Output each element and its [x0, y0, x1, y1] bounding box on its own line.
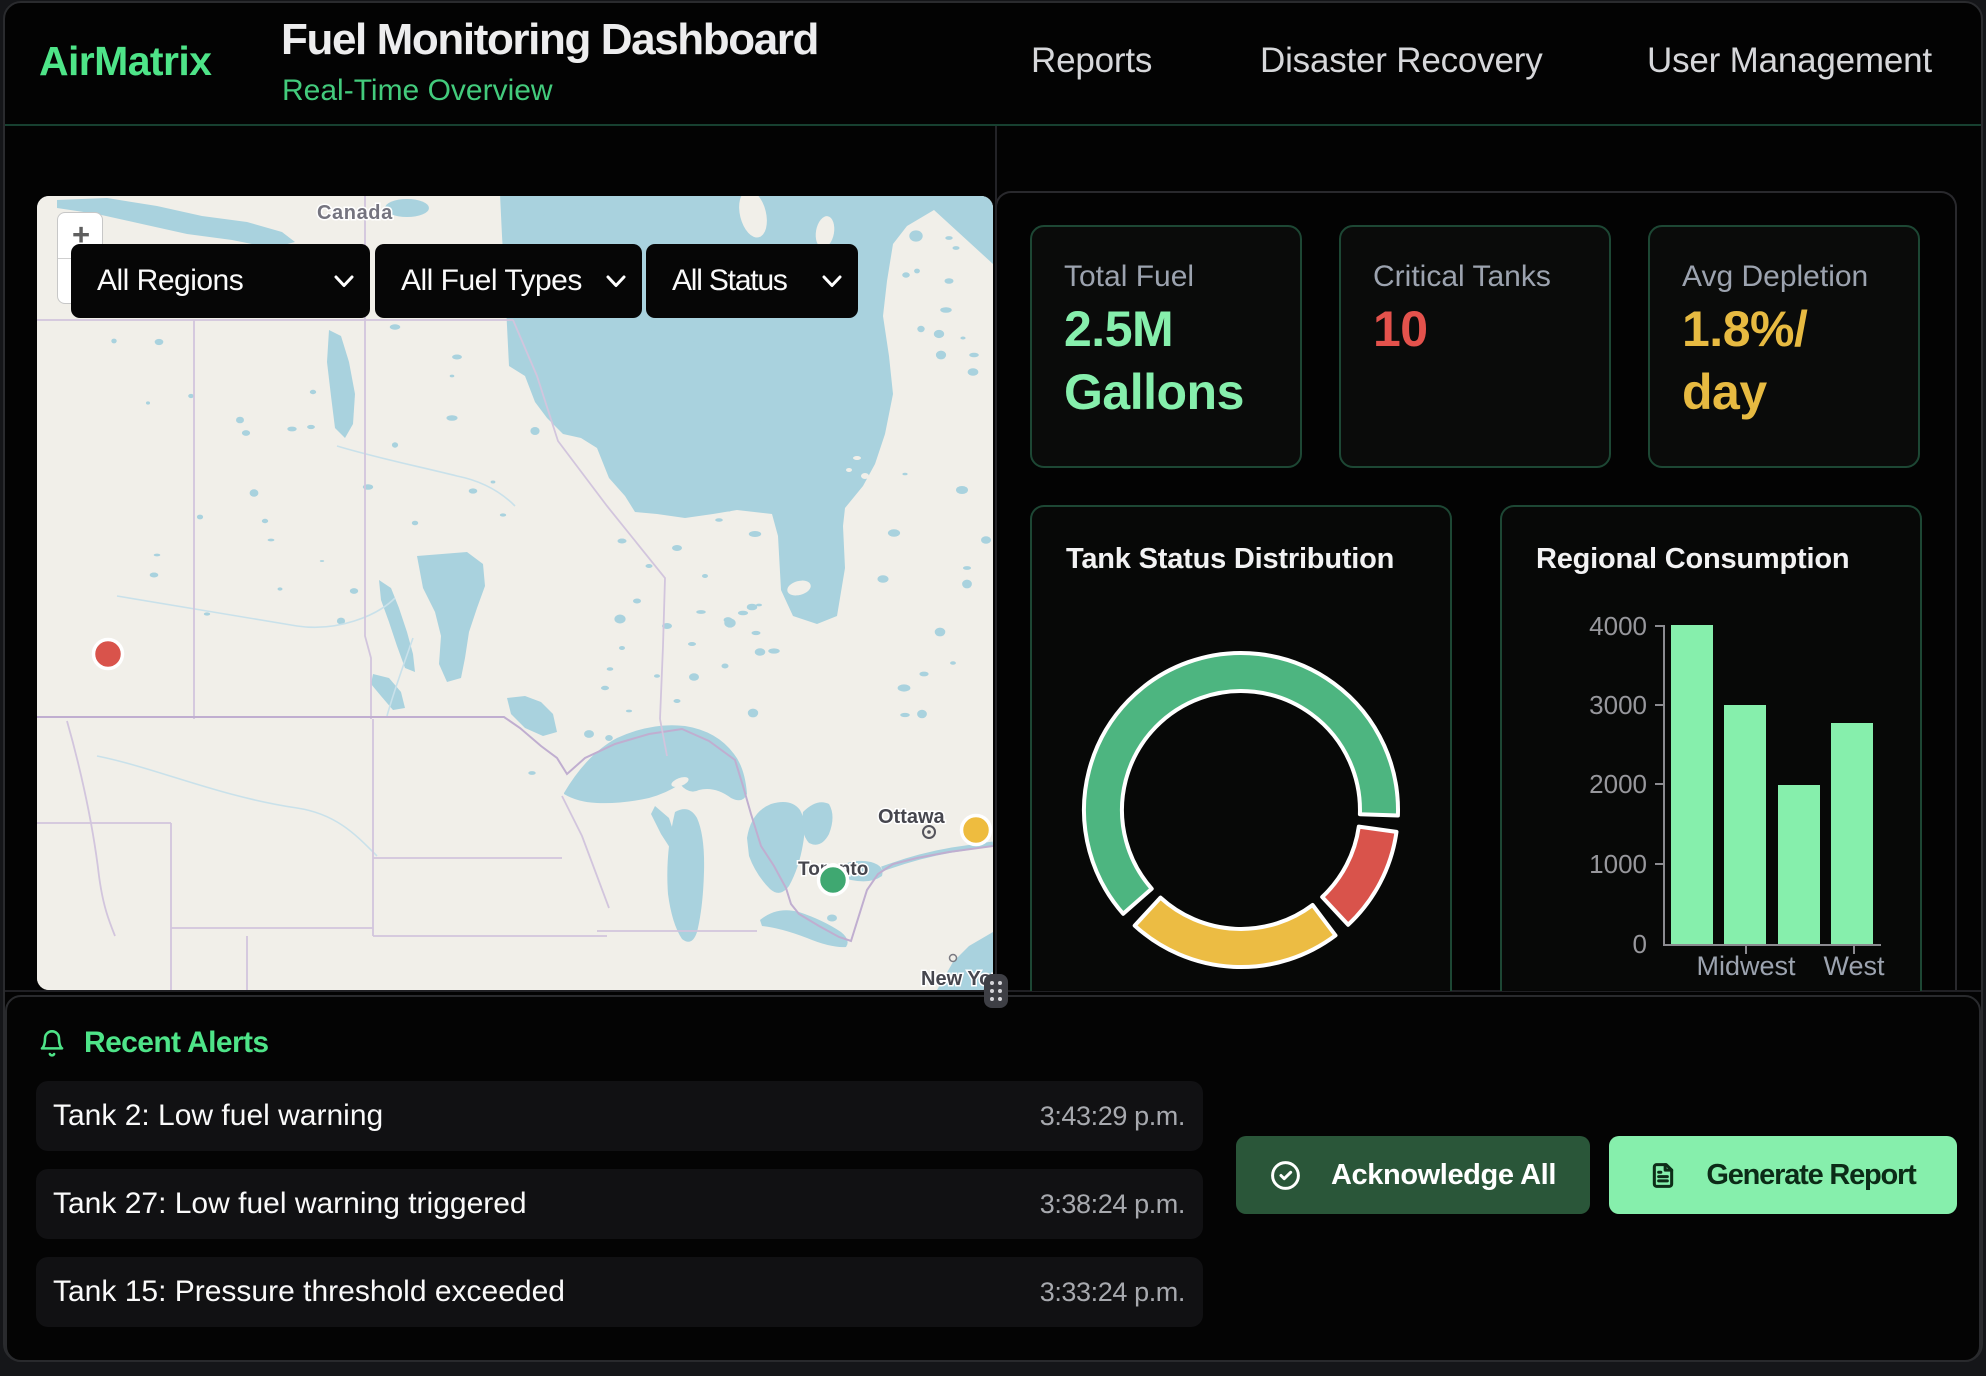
svg-text:Canada: Canada: [317, 202, 393, 224]
svg-text:New York: New York: [921, 968, 993, 990]
svg-text:Ottawa: Ottawa: [878, 806, 946, 828]
